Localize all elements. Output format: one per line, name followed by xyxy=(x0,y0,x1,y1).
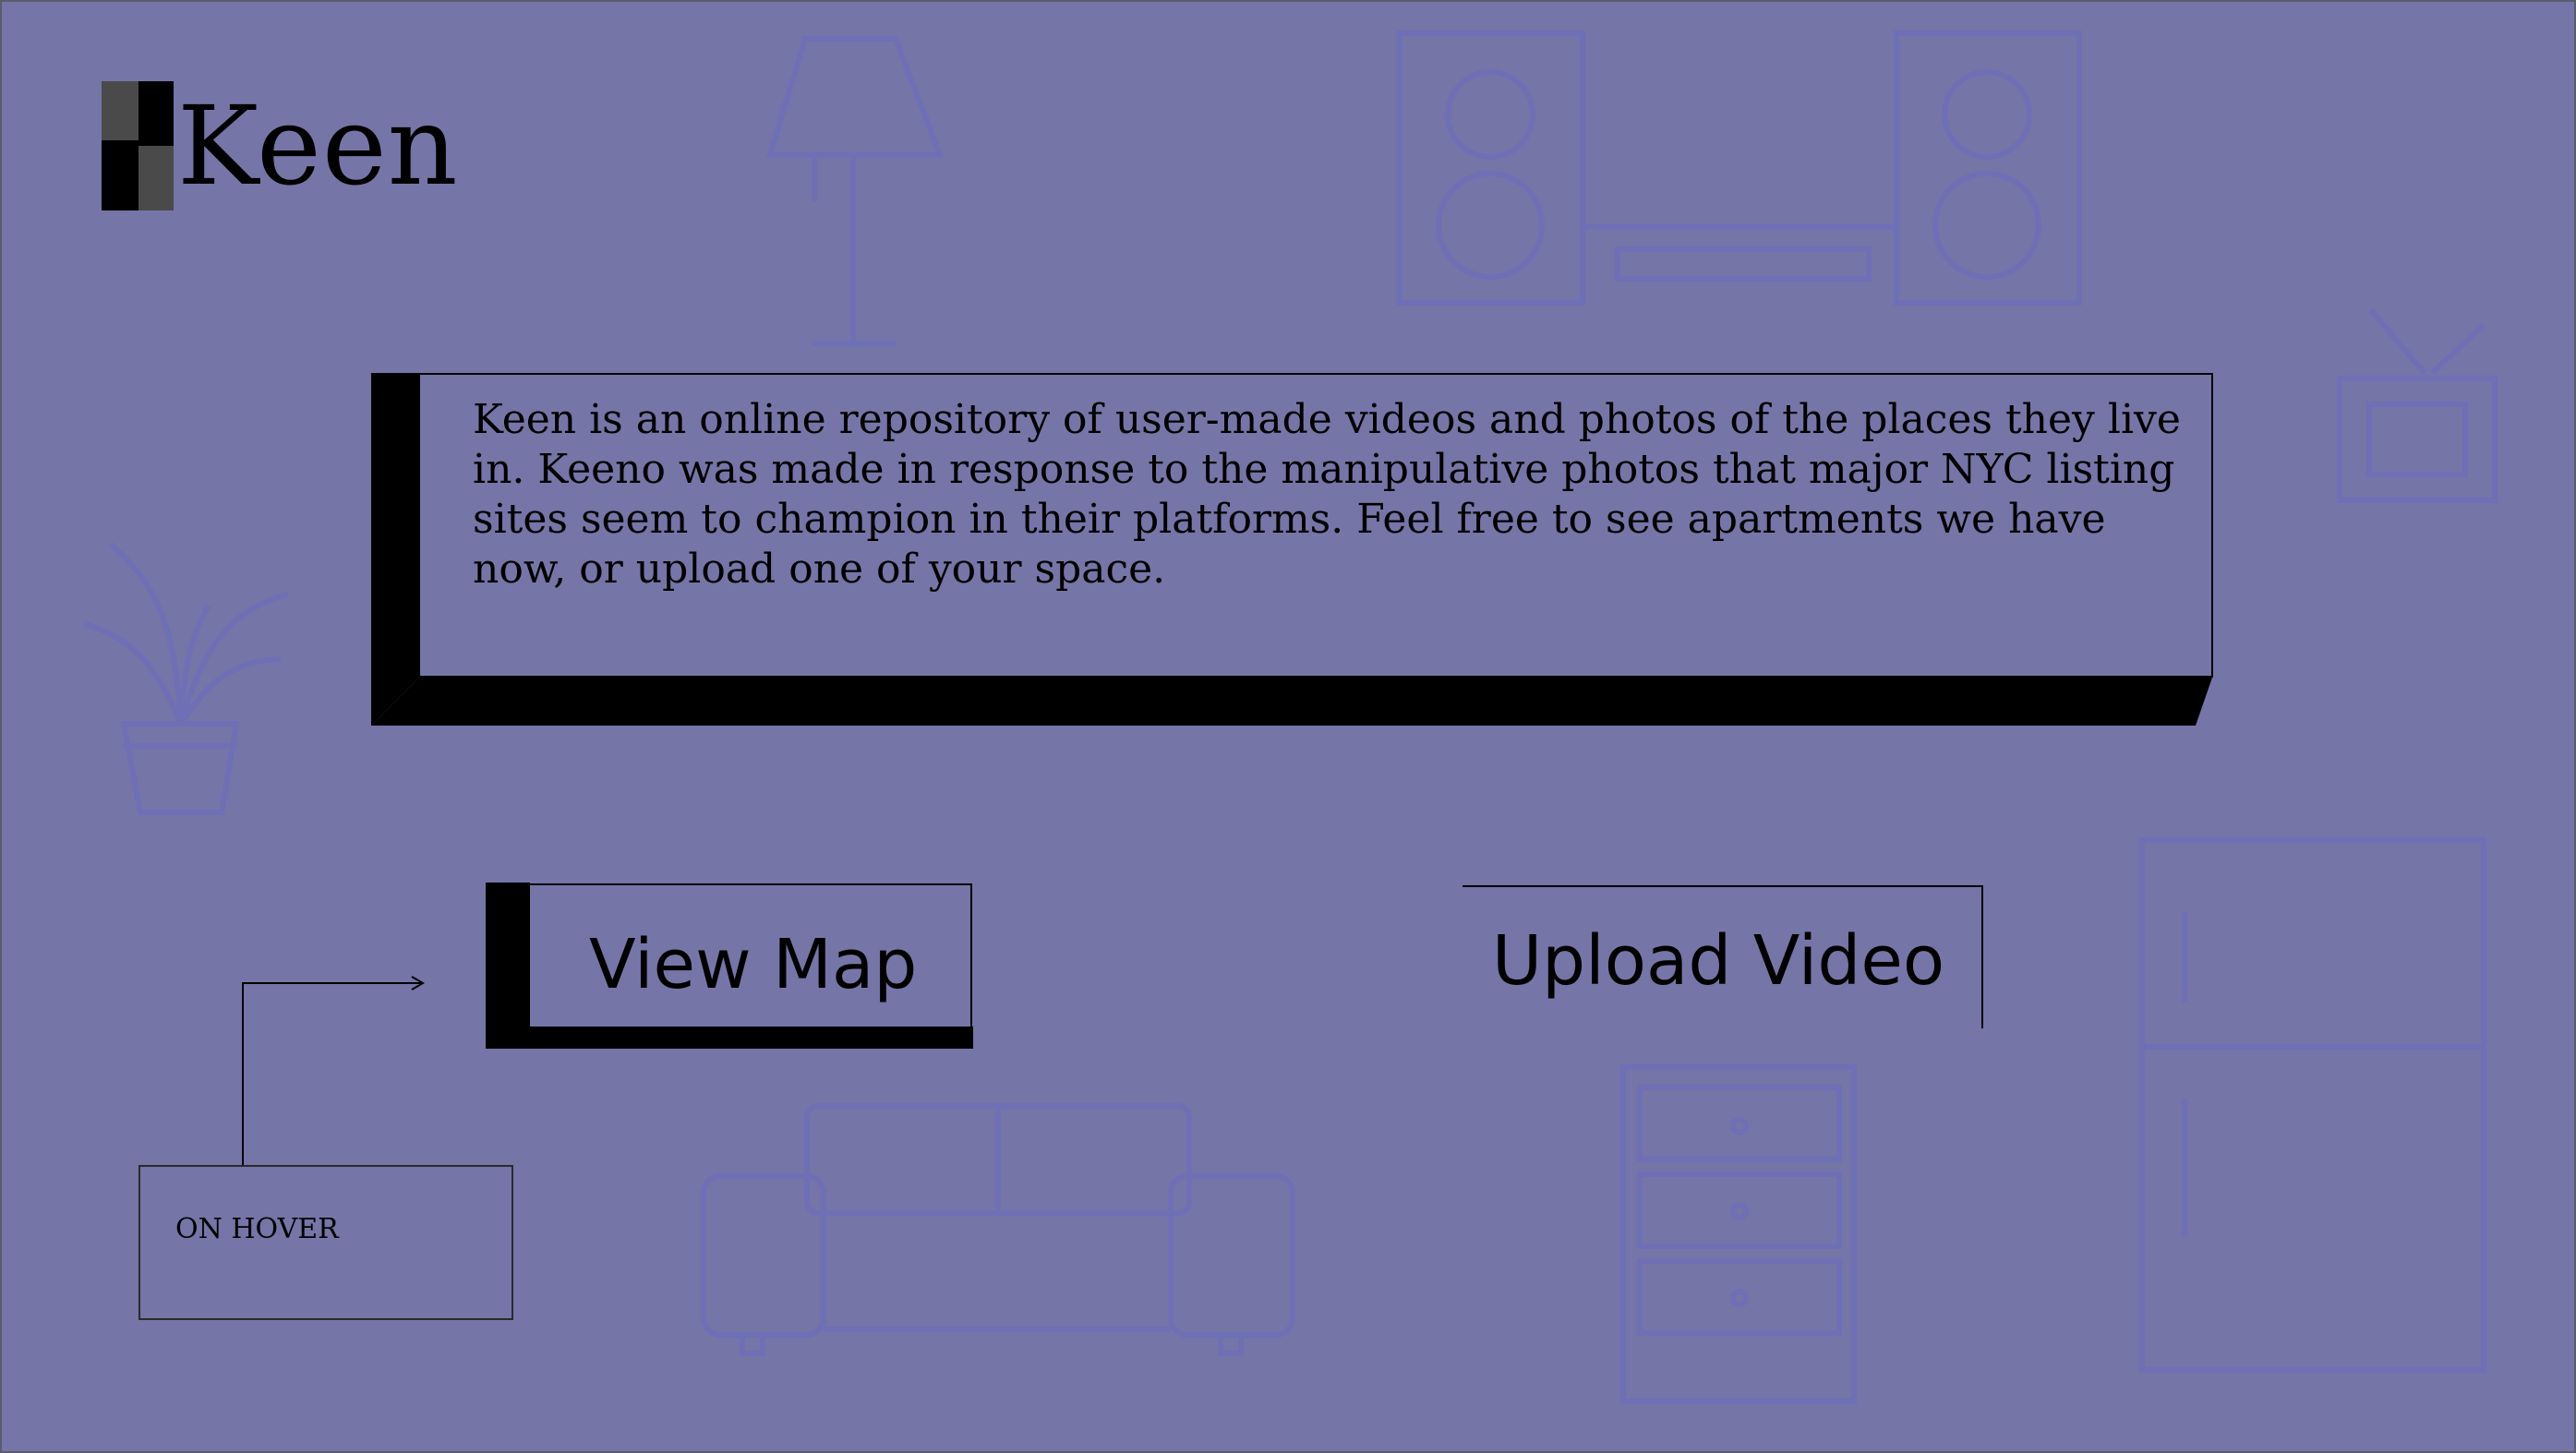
upload-video-label: Upload Video xyxy=(1492,921,1945,1001)
intro-description: Keen is an online repository of user-mad… xyxy=(473,396,2181,593)
sofa-icon xyxy=(701,1103,1295,1356)
dresser-icon xyxy=(1620,1064,1857,1404)
refrigerator-icon xyxy=(2139,837,2486,1373)
brand-name: Keen xyxy=(177,82,459,210)
hover-arrow-icon xyxy=(242,976,425,1167)
hover-annotation-label: ON HOVER xyxy=(175,1213,339,1245)
stereo-speakers-icon xyxy=(1397,30,2082,306)
intro-panel: Keen is an online repository of user-mad… xyxy=(371,373,2214,726)
hover-annotation-box: ON HOVER xyxy=(138,1165,513,1320)
logo-mark-icon xyxy=(102,81,174,210)
brand-logo[interactable]: Keen xyxy=(102,81,459,210)
plant-icon xyxy=(84,542,289,815)
view-map-label: View Map xyxy=(589,925,918,1004)
tv-icon xyxy=(2337,308,2498,503)
view-map-button[interactable]: View Map xyxy=(486,883,975,1051)
upload-video-button[interactable]: Upload Video xyxy=(1463,884,1985,1028)
floor-lamp-icon xyxy=(765,36,945,346)
